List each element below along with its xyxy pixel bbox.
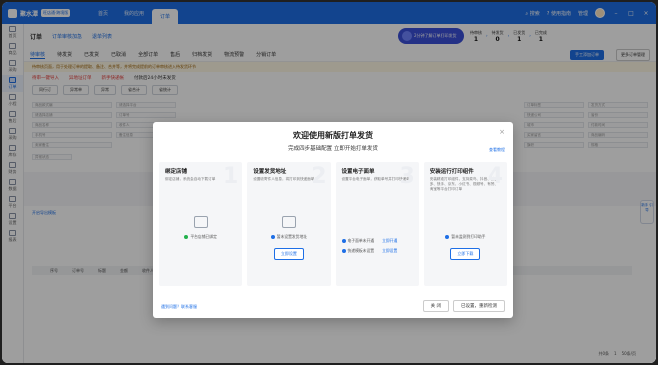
- modal-actions: 关 闭 已设置，重新检测: [422, 300, 505, 312]
- set-template-link[interactable]: 立即设置: [382, 248, 397, 253]
- setup-cards: 1 绑定店铺 绑定店铺，系统会自动下载订单 平台店铺已绑定 2 设置发货地址 设…: [159, 162, 507, 286]
- status-text: 暂未监测到打印助手: [451, 234, 486, 239]
- step-number: 4: [487, 164, 503, 189]
- step-number: 2: [311, 164, 327, 189]
- card-status: 暂未设置发货地址: [247, 234, 330, 240]
- row-text: 快递模板未设置: [347, 248, 375, 253]
- check-icon: [184, 235, 189, 239]
- info-icon: [445, 235, 450, 239]
- recheck-button[interactable]: 已设置，重新检测: [453, 300, 505, 312]
- close-icon[interactable]: ×: [499, 128, 505, 136]
- step-number: 3: [399, 164, 415, 189]
- waybill-row: 电子面单未开通 立即开通: [341, 236, 397, 246]
- store-icon: [193, 216, 208, 228]
- welcome-modal: 欢迎使用新版打单发货 × 完成四步基础配置 立即开始打单发货 查看教程 1 绑定…: [153, 122, 513, 318]
- card-status: 暂未监测到打印助手: [424, 234, 507, 240]
- app-window: 聚水潭 旺店通·跨境版 首页 我的应用 订单 ⌕ 搜索 ? 使用指南 管理 – …: [2, 2, 656, 363]
- status-text: 平台店铺已绑定: [190, 234, 217, 239]
- close-button[interactable]: 关 闭: [422, 300, 449, 312]
- window-frame: 聚水潭 旺店通·跨境版 首页 我的应用 订单 ⌕ 搜索 ? 使用指南 管理 – …: [0, 0, 658, 365]
- card-e-waybill: 3 设置电子面单 设置平台电子面单，获取单号并打印快递单 电子面单未开通 立即开通…: [335, 162, 419, 286]
- info-icon: [341, 239, 346, 243]
- modal-subtitle: 完成四步基础配置 立即开始打单发货: [288, 146, 378, 152]
- info-icon: [270, 235, 275, 239]
- waybill-rows: 电子面单未开通 立即开通 快递模板未设置 立即设置: [341, 236, 397, 256]
- status-text: 暂未设置发货地址: [276, 234, 308, 239]
- row-text: 电子面单未开通: [347, 238, 375, 243]
- card-print-plugin: 4 安装运行打印组件 安装精准打印组件，支持菜鸟、抖音、拼多多、快手、京东、小红…: [423, 162, 507, 286]
- tutorial-link[interactable]: 查看教程: [489, 147, 505, 153]
- card-ship-address: 2 设置发货地址 设置收寄件人信息，将打印到快递面单上 暂未设置发货地址 立即设…: [247, 162, 331, 286]
- contact-support-link[interactable]: 遇到问题？联系客服: [161, 304, 197, 310]
- box-icon: [281, 216, 296, 228]
- modal-title: 欢迎使用新版打单发货: [293, 131, 373, 140]
- card-status: 平台店铺已绑定: [159, 234, 242, 240]
- download-button[interactable]: 立即下载: [450, 248, 481, 260]
- open-waybill-link[interactable]: 立即开通: [382, 238, 397, 243]
- template-row: 快递模板未设置 立即设置: [341, 246, 397, 256]
- card-bind-store: 1 绑定店铺 绑定店铺，系统会自动下载订单 平台店铺已绑定: [159, 162, 243, 286]
- set-address-button[interactable]: 立即设置: [273, 248, 304, 260]
- info-icon: [341, 249, 346, 253]
- step-number: 1: [222, 164, 239, 189]
